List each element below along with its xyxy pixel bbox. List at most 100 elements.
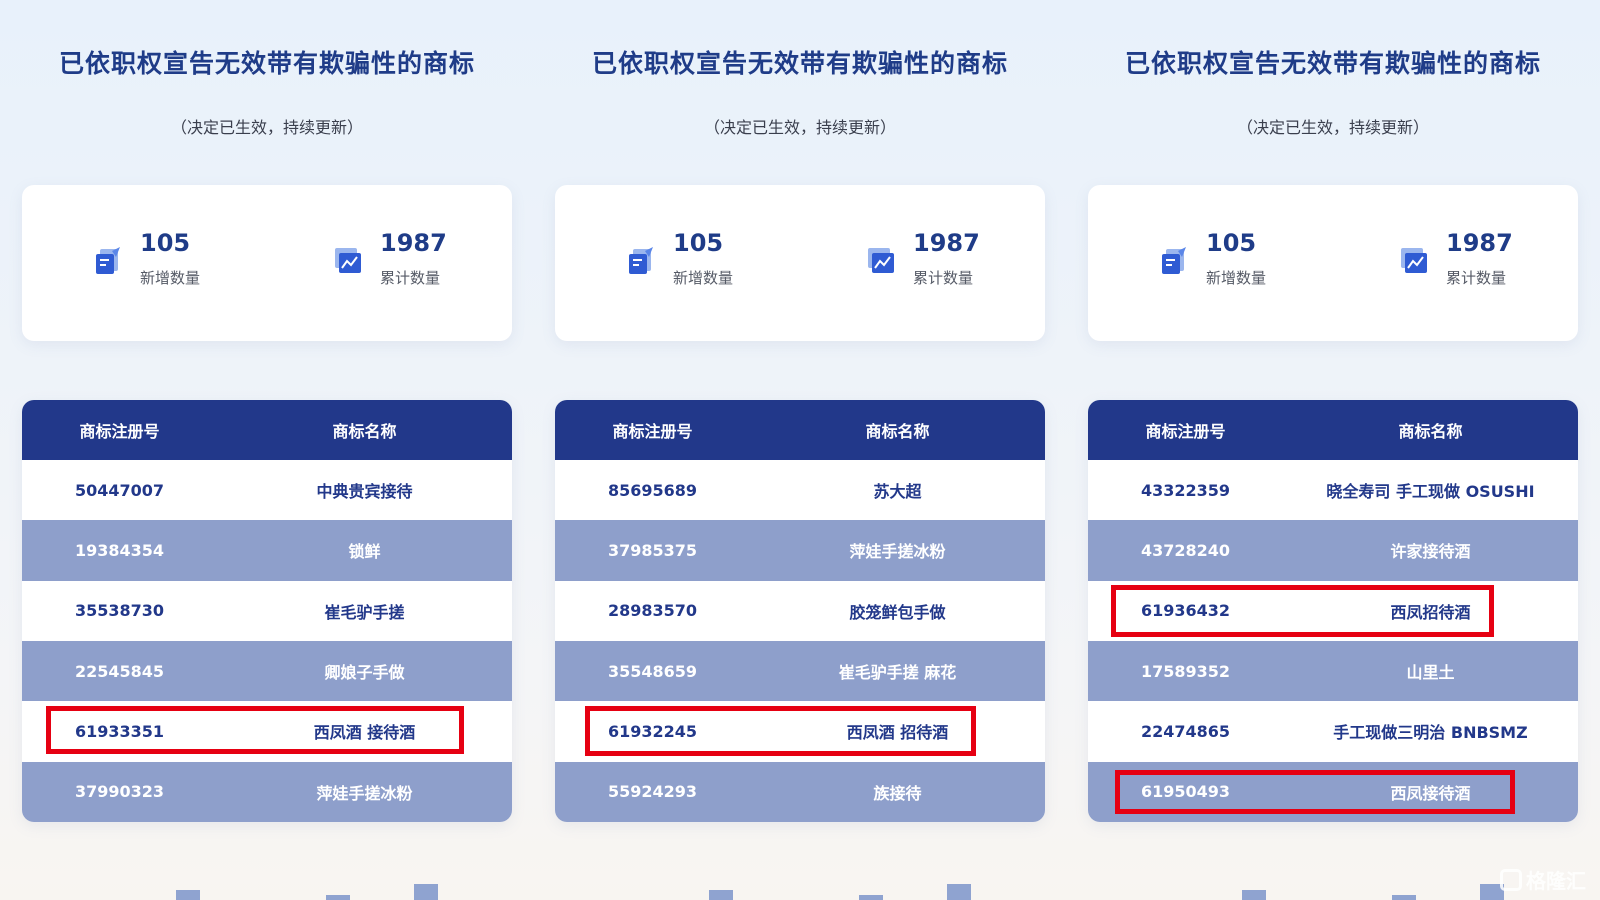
table-row: 61933351 西凤酒 接待酒 bbox=[22, 701, 512, 762]
page-subtitle: （决定已生效，持续更新） bbox=[170, 118, 363, 137]
document-add-icon bbox=[1158, 245, 1190, 277]
page-title: 已依职权宣告无效带有欺骗性的商标 bbox=[58, 49, 475, 78]
stat-new-label: 新增数量 bbox=[140, 269, 201, 287]
cell-name: 锁鲜 bbox=[348, 542, 381, 562]
cell-reg-no: 61933351 bbox=[74, 721, 165, 741]
stats-card: 105 新增数量 1987 累计数量 bbox=[555, 185, 1045, 341]
table-row: 61936432 西凤招待酒 bbox=[1088, 580, 1578, 641]
cell-name: 中典贵宾接待 bbox=[316, 482, 413, 502]
cell-reg-no: 61950493 bbox=[1140, 782, 1231, 802]
stat-total-value: 1987 bbox=[913, 229, 980, 257]
cell-reg-no: 22474865 bbox=[1140, 721, 1231, 741]
table-row: 22545845 卿娘子手做 bbox=[22, 640, 512, 702]
table-row: 28983570 胶笼鲜包手做 bbox=[555, 580, 1045, 641]
trademark-table: 商标注册号 商标名称 50447007 中典贵宾接待 19384354 锁鲜 355… bbox=[22, 400, 512, 822]
stat-total-label: 累计数量 bbox=[913, 269, 974, 287]
decorative-bar bbox=[1242, 890, 1266, 900]
stat-total-label: 累计数量 bbox=[380, 269, 441, 287]
panel-1: 已依职权宣告无效带有欺骗性的商标 （决定已生效，持续更新） 105 新增数量 1… bbox=[22, 0, 512, 900]
column-header-reg-no: 商标注册号 bbox=[1145, 422, 1226, 441]
column-header-name: 商标名称 bbox=[1398, 422, 1463, 441]
table-row: 55924293 族接待 bbox=[555, 761, 1045, 822]
table-row: 35548659 崔毛驴手搓 麻花 bbox=[555, 640, 1045, 702]
cell-name: 苏大超 bbox=[873, 482, 922, 502]
cell-name: 许家接待酒 bbox=[1390, 542, 1471, 562]
cell-reg-no: 61932245 bbox=[607, 721, 698, 741]
cell-name: 西凤酒 招待酒 bbox=[846, 723, 949, 743]
page-title: 已依职权宣告无效带有欺骗性的商标 bbox=[1124, 49, 1541, 78]
cell-reg-no: 37985375 bbox=[607, 540, 698, 560]
cell-name: 西凤接待酒 bbox=[1390, 783, 1471, 803]
decorative-bar bbox=[947, 884, 971, 900]
cell-name: 崔毛驴手搓 麻花 bbox=[838, 663, 957, 683]
cell-name: 萍娃手搓冰粉 bbox=[316, 783, 413, 803]
chart-image-icon bbox=[1398, 245, 1430, 277]
table-row: 35538730 崔毛驴手搓 bbox=[22, 580, 512, 641]
decorative-bar bbox=[709, 890, 733, 900]
document-add-icon bbox=[625, 245, 657, 277]
decorative-bar bbox=[1392, 895, 1416, 900]
cell-reg-no: 37990323 bbox=[74, 782, 165, 802]
decorative-bar bbox=[176, 890, 200, 900]
table-row: 19384354 锁鲜 bbox=[22, 520, 512, 581]
stat-new-value: 105 bbox=[1206, 229, 1257, 257]
decorative-bar bbox=[859, 895, 883, 900]
trademark-table: 商标注册号 商标名称 43322359 晓全寿司 手工现做 OSUSHI 4372… bbox=[1088, 400, 1578, 822]
chart-image-icon bbox=[332, 245, 364, 277]
cell-reg-no: 19384354 bbox=[74, 540, 165, 560]
stats-card: 105 新增数量 1987 累计数量 bbox=[1088, 185, 1578, 341]
table-row: 50447007 中典贵宾接待 bbox=[22, 460, 512, 521]
page-title: 已依职权宣告无效带有欺骗性的商标 bbox=[591, 49, 1008, 78]
column-header-reg-no: 商标注册号 bbox=[79, 422, 160, 441]
cell-name: 西凤酒 接待酒 bbox=[313, 723, 416, 743]
column-header-name: 商标名称 bbox=[332, 422, 397, 441]
cell-name: 崔毛驴手搓 bbox=[324, 602, 405, 622]
table-header: 商标注册号 商标名称 bbox=[1088, 400, 1578, 460]
stat-total-value: 1987 bbox=[380, 229, 447, 257]
table-row: 17589352 山里土 bbox=[1088, 640, 1578, 702]
cell-name: 胶笼鲜包手做 bbox=[849, 602, 946, 622]
stat-total-label: 累计数量 bbox=[1446, 269, 1507, 287]
cell-name: 山里土 bbox=[1406, 663, 1455, 683]
cell-reg-no: 28983570 bbox=[607, 601, 698, 621]
cell-reg-no: 43322359 bbox=[1140, 480, 1231, 500]
table-row: 85695689 苏大超 bbox=[555, 460, 1045, 521]
cell-reg-no: 85695689 bbox=[607, 480, 698, 500]
page-subtitle: （决定已生效，持续更新） bbox=[1236, 118, 1429, 137]
decorative-bar bbox=[326, 895, 350, 900]
stat-total-value: 1987 bbox=[1446, 229, 1513, 257]
cell-reg-no: 35538730 bbox=[74, 601, 165, 621]
cell-name: 晓全寿司 手工现做 OSUSHI bbox=[1326, 482, 1535, 502]
table-row: 61950493 西凤接待酒 bbox=[1088, 761, 1578, 822]
table-row: 61932245 西凤酒 招待酒 bbox=[555, 701, 1045, 762]
document-add-icon bbox=[92, 245, 124, 277]
chart-image-icon bbox=[865, 245, 897, 277]
table-header: 商标注册号 商标名称 bbox=[555, 400, 1045, 460]
cell-name: 西凤招待酒 bbox=[1390, 602, 1471, 622]
watermark-text: 格隆汇 bbox=[1526, 869, 1586, 893]
cell-name: 族接待 bbox=[873, 783, 922, 803]
cell-reg-no: 55924293 bbox=[607, 782, 698, 802]
gelonghui-logo-icon bbox=[1500, 868, 1522, 891]
panel-3: 已依职权宣告无效带有欺骗性的商标 （决定已生效，持续更新） 105 新增数量 1… bbox=[1088, 0, 1578, 900]
stat-new-value: 105 bbox=[673, 229, 724, 257]
stat-new-label: 新增数量 bbox=[1206, 269, 1267, 287]
table-row: 37990323 萍娃手搓冰粉 bbox=[22, 761, 512, 822]
cell-reg-no: 22545845 bbox=[74, 661, 165, 681]
column-header-reg-no: 商标注册号 bbox=[612, 422, 693, 441]
cell-name: 卿娘子手做 bbox=[324, 663, 405, 683]
table-row: 43322359 晓全寿司 手工现做 OSUSHI bbox=[1088, 460, 1578, 521]
column-header-name: 商标名称 bbox=[865, 422, 930, 441]
table-header: 商标注册号 商标名称 bbox=[22, 400, 512, 460]
page-subtitle: （决定已生效，持续更新） bbox=[703, 118, 896, 137]
cell-name: 萍娃手搓冰粉 bbox=[849, 542, 946, 562]
stat-new-label: 新增数量 bbox=[673, 269, 734, 287]
watermark: 格隆汇 bbox=[1500, 865, 1586, 894]
cell-reg-no: 50447007 bbox=[74, 480, 165, 500]
cell-reg-no: 61936432 bbox=[1140, 601, 1231, 621]
cell-reg-no: 17589352 bbox=[1140, 661, 1231, 681]
panel-2: 已依职权宣告无效带有欺骗性的商标 （决定已生效，持续更新） 105 新增数量 1… bbox=[555, 0, 1045, 900]
stats-card: 105 新增数量 1987 累计数量 bbox=[22, 185, 512, 341]
cell-reg-no: 43728240 bbox=[1140, 540, 1231, 560]
trademark-table: 商标注册号 商标名称 85695689 苏大超 37985375 萍娃手搓冰粉 28… bbox=[555, 400, 1045, 822]
